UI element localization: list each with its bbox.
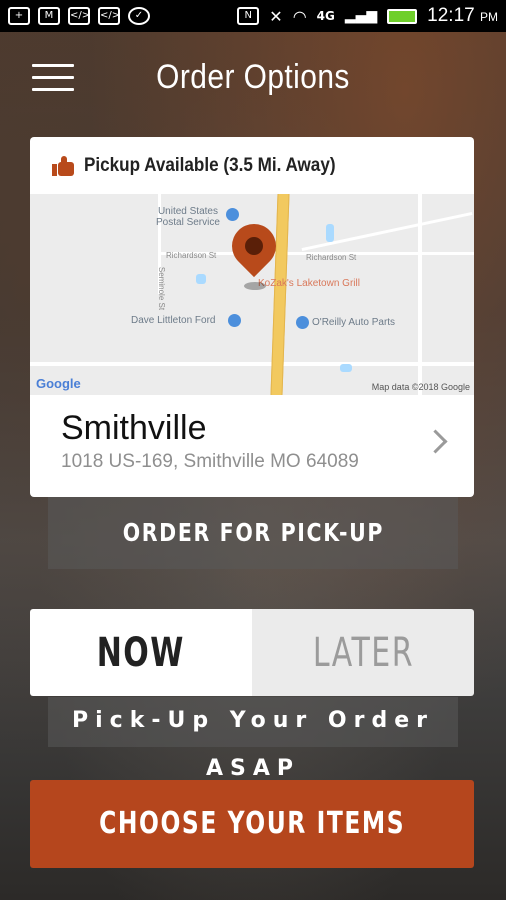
time-toggle: NOW LATER [30,609,474,696]
clock-time: 12:17 [427,5,475,26]
clock: 12:17 PM [427,5,498,27]
signal-icon: ▂▄▆ [344,8,378,24]
map-label-street: Richardson St [306,253,357,262]
clock-ampm: PM [480,10,498,24]
map-label-street: Seminole St [157,266,167,311]
chevron-right-icon [423,429,448,454]
add-icon: + [8,7,30,25]
google-logo: Google [36,376,81,391]
battery-icon [387,8,418,24]
map-label-street: Richardson St [166,251,217,260]
time-caption: Pick-Up Your Order ASAP [48,697,458,781]
map-label-dealer: Dave Littleton Ford [131,315,216,326]
toggle-now[interactable]: NOW [30,609,252,696]
post-office-pin-icon [226,208,239,221]
pickup-availability: Pickup Available (3.5 Mi. Away) [30,137,474,194]
toggle-now-label: NOW [96,629,186,676]
code-icon: </> [98,7,120,25]
messenger-icon: ✓ [128,7,150,25]
gmail-icon: M [38,7,60,25]
page-title: Order Options [156,58,350,96]
toggle-later-label: LATER [312,629,414,676]
choose-items-label: CHOOSE YOUR ITEMS [98,806,406,841]
mute-icon: ✕ [269,6,283,26]
app-header: Order Options [0,40,506,120]
location-card: Pickup Available (3.5 Mi. Away) United S… [30,137,474,497]
location-address: 1018 US-169, Smithville MO 64089 [61,451,359,472]
location-pin-icon [222,214,286,290]
status-bar: + M </> </> ✓ N ✕ ◠ 4G ▂▄▆ 12:17 PM [0,0,506,32]
order-type-text: ORDER FOR PICK-UP [122,518,384,547]
choose-items-button[interactable]: CHOOSE YOUR ITEMS [30,780,474,868]
toggle-later[interactable]: LATER [252,609,474,696]
auto-parts-pin-icon [296,316,309,329]
map-attribution: Map data ©2018 Google [371,382,470,392]
location-selector[interactable]: Smithville 1018 US-169, Smithville MO 64… [30,395,474,497]
wifi-icon: ◠ [292,6,307,26]
thumbs-up-icon [52,155,74,176]
map-label-post-office: United States Postal Service [156,206,220,228]
location-map[interactable]: United States Postal Service Richardson … [30,194,474,395]
location-name: Smithville [61,409,207,447]
pickup-status-text: Pickup Available (3.5 Mi. Away) [84,154,336,176]
map-label-auto-parts: O'Reilly Auto Parts [312,317,396,328]
code-icon: </> [68,7,90,25]
nfc-icon: N [237,7,260,25]
network-type: 4G [316,9,335,23]
dealer-pin-icon [228,314,241,327]
order-type-label: ORDER FOR PICK-UP [48,497,458,569]
